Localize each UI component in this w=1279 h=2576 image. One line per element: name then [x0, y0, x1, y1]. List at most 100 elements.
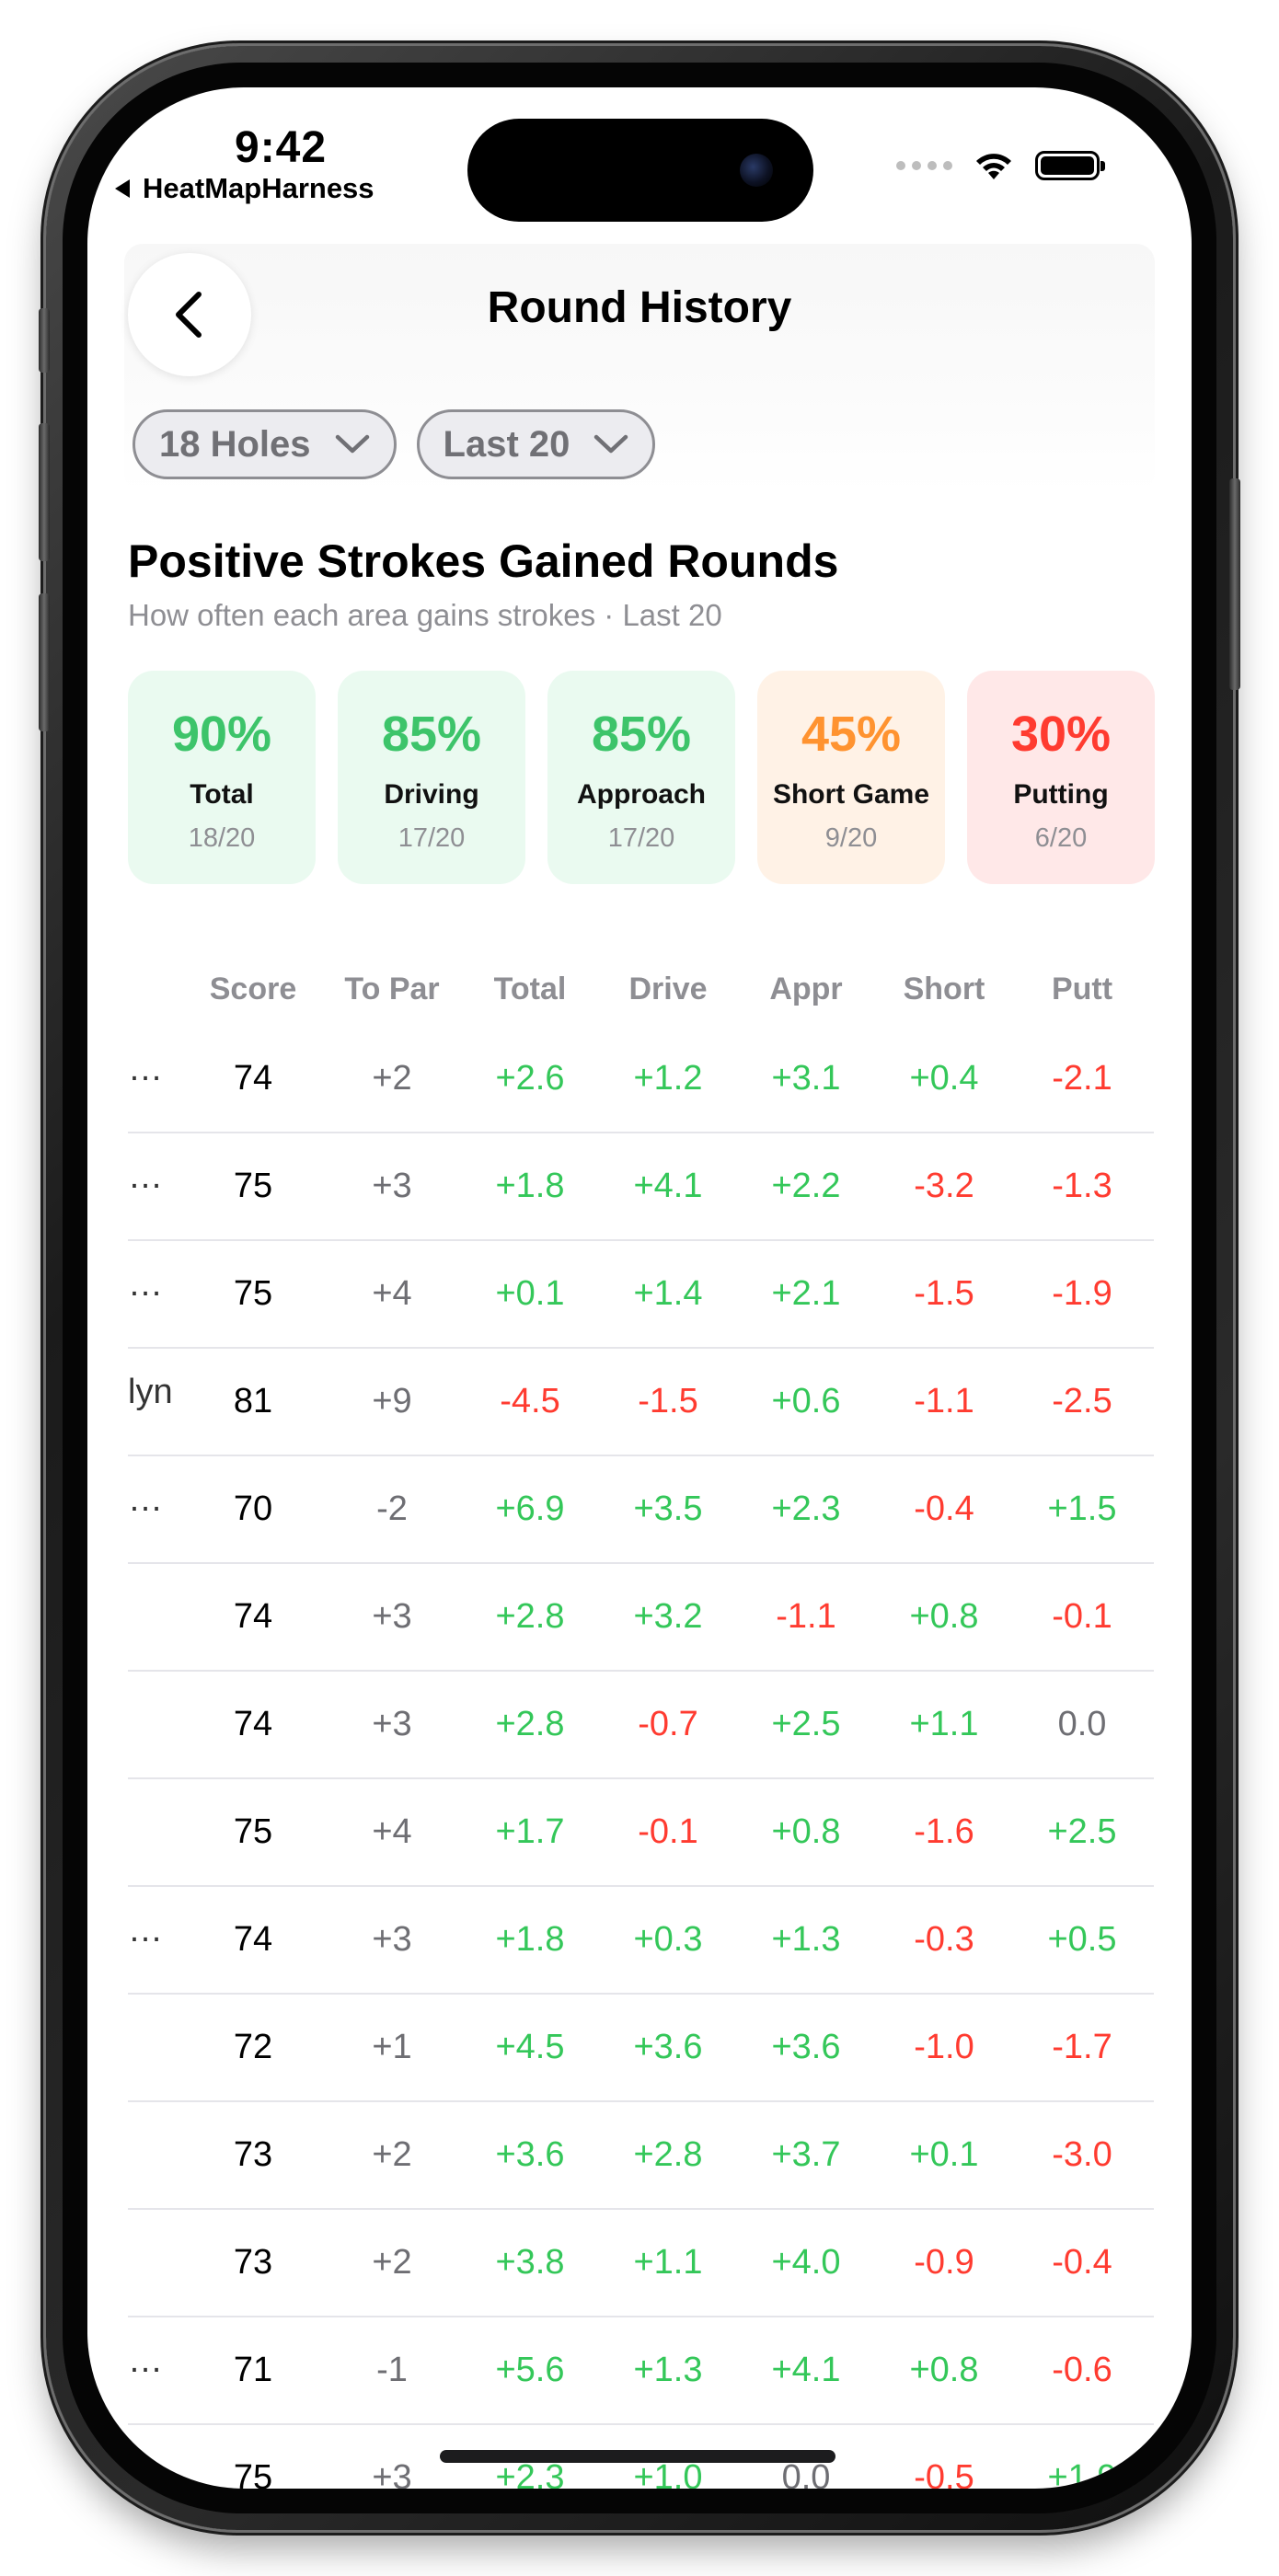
- course-cell: [128, 1672, 183, 1696]
- drive-cell: +1.4: [633, 1274, 703, 1313]
- short-cell: +1.1: [909, 1705, 979, 1743]
- short-cell: +0.4: [909, 1059, 979, 1098]
- course-cell: lyn: [128, 1373, 173, 1411]
- status-time: 9:42: [235, 123, 328, 172]
- to-par-cell: +4: [372, 1274, 412, 1313]
- course-cell: …: [128, 1157, 163, 1196]
- summary-card-putting: 30% Putting 6/20: [967, 671, 1155, 884]
- short-cell: -0.9: [914, 2243, 974, 2282]
- to-par-cell: +2: [372, 1059, 412, 1098]
- putt-cell: +0.5: [1047, 1920, 1117, 1959]
- table-row[interactable]: … 75 +3 +1.8 +4.1 +2.2 -3.2 -1.3: [128, 1133, 1154, 1241]
- score-cell: 74: [233, 1920, 273, 1959]
- short-cell: -1.5: [914, 1274, 974, 1313]
- holes-filter-dropdown[interactable]: 18 Holes: [133, 409, 397, 479]
- column-header-appr: Appr: [769, 971, 843, 1006]
- table-row[interactable]: 73 +2 +3.6 +2.8 +3.7 +0.1 -3.0: [128, 2102, 1154, 2210]
- short-cell: -0.5: [914, 2458, 974, 2489]
- rounds-table[interactable]: Score To Par Total Drive Appr Short Putt…: [128, 952, 1154, 2489]
- to-par-cell: -2: [376, 1489, 408, 1528]
- total-cell: +2.6: [495, 1059, 565, 1098]
- course-cell: …: [128, 1050, 163, 1088]
- course-cell: [128, 2425, 183, 2449]
- score-cell: 75: [233, 1167, 273, 1205]
- drive-cell: -0.1: [638, 1812, 698, 1851]
- table-row[interactable]: 72 +1 +4.5 +3.6 +3.6 -1.0 -1.7: [128, 1995, 1154, 2102]
- total-cell: +3.8: [495, 2243, 565, 2282]
- card-label: Approach: [576, 779, 706, 810]
- table-row[interactable]: … 74 +3 +1.8 +0.3 +1.3 -0.3 +0.5: [128, 1887, 1154, 1995]
- home-indicator[interactable]: [440, 2450, 835, 2463]
- drive-cell: +1.2: [633, 1059, 703, 1098]
- total-cell: +1.7: [495, 1812, 565, 1851]
- chevron-down-icon: [594, 434, 628, 454]
- table-row[interactable]: lyn 81 +9 -4.5 -1.5 +0.6 -1.1 -2.5: [128, 1349, 1154, 1456]
- summary-card-total: 90% Total 18/20: [128, 671, 316, 884]
- summary-cards: 90% Total 18/20 85% Driving 17/20 85% Ap…: [128, 671, 1155, 884]
- score-cell: 75: [233, 1274, 273, 1313]
- short-cell: -3.2: [914, 1167, 974, 1205]
- drive-cell: +4.1: [633, 1167, 703, 1205]
- card-count: 18/20: [188, 823, 256, 853]
- chevron-down-icon: [335, 434, 369, 454]
- appr-cell: +3.7: [771, 2135, 841, 2174]
- back-to-app-link[interactable]: HeatMapHarness: [115, 172, 374, 205]
- total-cell: +3.6: [495, 2135, 565, 2174]
- table-row[interactable]: … 70 -2 +6.9 +3.5 +2.3 -0.4 +1.5: [128, 1456, 1154, 1564]
- course-cell: [128, 1779, 183, 1803]
- card-label: Driving: [384, 779, 479, 810]
- score-cell: 74: [233, 1597, 273, 1636]
- table-row[interactable]: 74 +3 +2.8 +3.2 -1.1 +0.8 -0.1: [128, 1564, 1154, 1672]
- appr-cell: +3.1: [771, 1059, 841, 1098]
- summary-card-driving: 85% Driving 17/20: [338, 671, 525, 884]
- drive-cell: -1.5: [638, 1382, 698, 1420]
- to-par-cell: +2: [372, 2243, 412, 2282]
- course-cell: …: [128, 1480, 163, 1519]
- total-cell: +2.8: [495, 1705, 565, 1743]
- appr-cell: +3.6: [771, 2028, 841, 2066]
- total-cell: +4.5: [495, 2028, 565, 2066]
- table-row[interactable]: 75 +4 +1.7 -0.1 +0.8 -1.6 +2.5: [128, 1779, 1154, 1887]
- putt-cell: -0.1: [1052, 1597, 1112, 1636]
- table-row[interactable]: … 75 +4 +0.1 +1.4 +2.1 -1.5 -1.9: [128, 1241, 1154, 1349]
- column-header-total: Total: [493, 971, 567, 1006]
- card-percent: 45%: [801, 707, 902, 762]
- to-par-cell: +3: [372, 2458, 412, 2489]
- putt-cell: 0.0: [1057, 1705, 1107, 1743]
- putt-cell: -1.3: [1052, 1167, 1112, 1205]
- putt-cell: +2.5: [1047, 1812, 1117, 1851]
- putt-cell: -0.6: [1052, 2351, 1112, 2389]
- table-row[interactable]: … 71 -1 +5.6 +1.3 +4.1 +0.8 -0.6: [128, 2317, 1154, 2425]
- card-percent: 85%: [591, 707, 692, 762]
- to-par-cell: +3: [372, 1705, 412, 1743]
- short-cell: -0.4: [914, 1489, 974, 1528]
- holes-filter-label: 18 Holes: [159, 423, 311, 465]
- score-cell: 71: [233, 2351, 273, 2389]
- column-header-to-par: To Par: [344, 971, 440, 1006]
- table-body: … 74 +2 +2.6 +1.2 +3.1 +0.4 -2.1 … 75 +3 +1.8 +4.1 +2…: [128, 1026, 1154, 2489]
- column-header-putt: Putt: [1051, 971, 1113, 1006]
- to-par-cell: +2: [372, 2135, 412, 2174]
- course-cell: [128, 1995, 183, 2018]
- table-row[interactable]: … 74 +2 +2.6 +1.2 +3.1 +0.4 -2.1: [128, 1026, 1154, 1133]
- total-cell: +2.8: [495, 1597, 565, 1636]
- card-count: 17/20: [398, 823, 466, 853]
- power-button: [1229, 478, 1240, 690]
- course-cell: …: [128, 1911, 163, 1949]
- appr-cell: +1.3: [771, 1920, 841, 1959]
- total-cell: +6.9: [495, 1489, 565, 1528]
- short-cell: -1.6: [914, 1812, 974, 1851]
- table-row[interactable]: 73 +2 +3.8 +1.1 +4.0 -0.9 -0.4: [128, 2210, 1154, 2317]
- app-screen: 9:42 HeatMapHarness Round History 18 Hol…: [87, 87, 1192, 2489]
- back-triangle-icon: [115, 179, 130, 198]
- course-cell: [128, 1564, 183, 1588]
- putt-cell: -2.5: [1052, 1382, 1112, 1420]
- summary-card-approach: 85% Approach 17/20: [547, 671, 735, 884]
- card-count: 17/20: [607, 823, 675, 853]
- table-row[interactable]: 74 +3 +2.8 -0.7 +2.5 +1.1 0.0: [128, 1672, 1154, 1779]
- page-title: Round History: [487, 283, 792, 332]
- score-cell: 75: [233, 1812, 273, 1851]
- back-app-label: HeatMapHarness: [143, 172, 374, 204]
- range-filter-dropdown[interactable]: Last 20: [416, 409, 656, 479]
- putt-cell: +1.5: [1047, 1489, 1117, 1528]
